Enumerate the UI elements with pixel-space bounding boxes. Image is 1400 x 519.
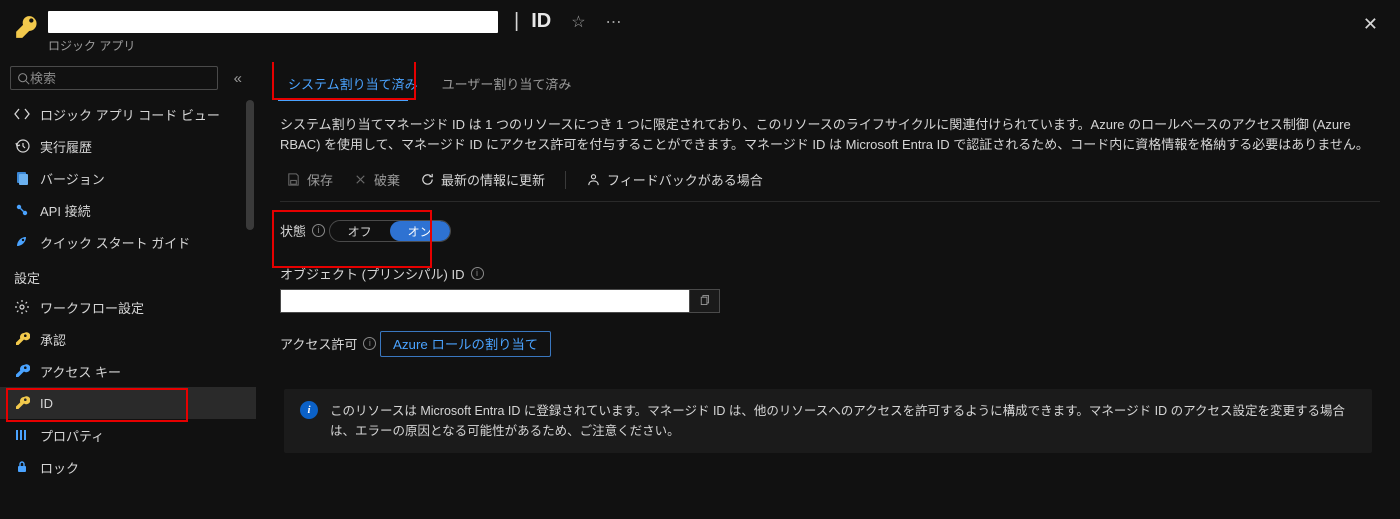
status-on-option[interactable]: オン bbox=[390, 221, 450, 241]
more-actions-icon[interactable]: ⋯ bbox=[606, 12, 622, 32]
search-icon bbox=[17, 72, 30, 85]
resource-name-redacted bbox=[48, 11, 498, 33]
info-icon[interactable]: i bbox=[363, 337, 376, 350]
favorite-star-icon[interactable]: ☆ bbox=[571, 12, 585, 32]
sidebar-item-label: クイック スタート ガイド bbox=[40, 233, 190, 252]
sidebar-scrollbar[interactable] bbox=[244, 98, 256, 519]
sidebar-item-label: ロジック アプリ コード ビュー bbox=[40, 105, 220, 124]
sidebar-item-api-connections[interactable]: API 接続 bbox=[0, 194, 256, 226]
sidebar-item-label: 実行履歴 bbox=[40, 137, 92, 156]
search-input[interactable] bbox=[30, 71, 211, 86]
status-field: 状態 i オフ オン bbox=[280, 220, 1376, 246]
code-icon bbox=[14, 106, 30, 122]
refresh-button[interactable]: 最新の情報に更新 bbox=[414, 168, 551, 191]
discard-label: 破棄 bbox=[374, 170, 400, 189]
sidebar-item-label: バージョン bbox=[40, 169, 105, 188]
object-id-label: オブジェクト (プリンシパル) ID bbox=[280, 264, 465, 283]
copy-icon bbox=[698, 294, 711, 307]
identity-description: システム割り当てマネージド ID は 1 つのリソースにつき 1 つに限定されて… bbox=[280, 115, 1376, 154]
feedback-icon bbox=[586, 172, 601, 187]
refresh-icon bbox=[420, 172, 435, 187]
tab-underline bbox=[278, 99, 408, 101]
sidebar-item-label: プロパティ bbox=[40, 426, 104, 445]
info-banner-text: このリソースは Microsoft Entra ID に登録されています。マネー… bbox=[330, 401, 1356, 441]
properties-icon bbox=[14, 427, 30, 443]
sidebar-item-access-keys[interactable]: アクセス キー bbox=[0, 355, 256, 387]
info-badge-icon: i bbox=[300, 401, 318, 419]
key-icon bbox=[14, 331, 30, 347]
toolbar-separator bbox=[565, 171, 566, 189]
main-content: システム割り当て済み ユーザー割り当て済み システム割り当てマネージド ID は… bbox=[256, 62, 1400, 519]
sidebar-item-identity[interactable]: ID bbox=[0, 387, 256, 419]
object-id-input[interactable] bbox=[280, 289, 690, 313]
sidebar-item-label: ワークフロー設定 bbox=[40, 298, 144, 317]
page-title: ID bbox=[531, 10, 551, 33]
page-header: | ID ☆ ⋯ ロジック アプリ ✕ bbox=[0, 0, 1400, 62]
collapse-sidebar-button[interactable]: « bbox=[228, 70, 248, 87]
tab-label: ユーザー割り当て済み bbox=[442, 77, 572, 92]
identity-icon bbox=[14, 395, 30, 411]
sidebar-item-authorization[interactable]: 承認 bbox=[0, 323, 256, 355]
permissions-label: アクセス許可 bbox=[280, 334, 357, 353]
sidebar-item-label: ID bbox=[40, 396, 53, 411]
tab-system-assigned[interactable]: システム割り当て済み bbox=[276, 66, 430, 101]
sidebar-item-label: ロック bbox=[40, 458, 79, 477]
identity-tabs: システム割り当て済み ユーザー割り当て済み bbox=[276, 66, 1380, 101]
close-blade-button[interactable]: ✕ bbox=[1357, 10, 1384, 39]
sidebar-search[interactable] bbox=[10, 66, 218, 90]
status-label: 状態 bbox=[280, 221, 306, 240]
info-icon[interactable]: i bbox=[471, 267, 484, 280]
tab-user-assigned[interactable]: ユーザー割り当て済み bbox=[430, 66, 584, 101]
scrollbar-thumb[interactable] bbox=[246, 100, 254, 230]
azure-role-assignments-button[interactable]: Azure ロールの割り当て bbox=[380, 331, 551, 357]
resource-key-icon bbox=[14, 14, 40, 40]
sidebar-item-quickstart[interactable]: クイック スタート ガイド bbox=[0, 226, 256, 258]
sidebar-item-properties[interactable]: プロパティ bbox=[0, 419, 256, 451]
permissions-button-label: Azure ロールの割り当て bbox=[393, 334, 538, 353]
sidebar-item-label: 承認 bbox=[40, 330, 66, 349]
sidebar-item-label: アクセス キー bbox=[40, 362, 121, 381]
sidebar-item-label: API 接続 bbox=[40, 201, 91, 220]
copy-object-id-button[interactable] bbox=[690, 289, 720, 313]
refresh-label: 最新の情報に更新 bbox=[441, 170, 545, 189]
identity-form: 状態 i オフ オン オブジェクト (プリンシパル) ID i bbox=[276, 202, 1380, 453]
feedback-label: フィードバックがある場合 bbox=[607, 170, 763, 189]
discard-button[interactable]: 破棄 bbox=[347, 168, 406, 191]
tab-label: システム割り当て済み bbox=[288, 77, 418, 92]
sidebar-item-run-history[interactable]: 実行履歴 bbox=[0, 130, 256, 162]
history-icon bbox=[14, 138, 30, 154]
sidebar-item-versions[interactable]: バージョン bbox=[0, 162, 256, 194]
info-icon[interactable]: i bbox=[312, 224, 325, 237]
save-button[interactable]: 保存 bbox=[280, 168, 339, 191]
api-icon bbox=[14, 202, 30, 218]
status-off-option[interactable]: オフ bbox=[330, 221, 390, 241]
discard-icon bbox=[353, 172, 368, 187]
save-label: 保存 bbox=[307, 170, 333, 189]
quickstart-icon bbox=[14, 234, 30, 250]
save-icon bbox=[286, 172, 301, 187]
command-bar: 保存 破棄 最新の情報に更新 フィードバックがある場合 bbox=[280, 162, 1380, 202]
resource-type-label: ロジック アプリ bbox=[48, 37, 622, 54]
feedback-button[interactable]: フィードバックがある場合 bbox=[580, 168, 769, 191]
info-banner: i このリソースは Microsoft Entra ID に登録されています。マ… bbox=[284, 389, 1372, 453]
sidebar-item-code-view[interactable]: ロジック アプリ コード ビュー bbox=[0, 98, 256, 130]
sidebar-section-settings: 設定 bbox=[0, 258, 256, 291]
object-id-field: オブジェクト (プリンシパル) ID i bbox=[280, 264, 1376, 313]
sidebar: « ロジック アプリ コード ビュー 実行履歴 バージョン API 接続 bbox=[0, 62, 256, 519]
sidebar-item-workflow-settings[interactable]: ワークフロー設定 bbox=[0, 291, 256, 323]
status-toggle[interactable]: オフ オン bbox=[329, 220, 451, 242]
permissions-field: アクセス許可 i Azure ロールの割り当て bbox=[280, 331, 1376, 360]
access-keys-icon bbox=[14, 363, 30, 379]
title-separator: | bbox=[514, 10, 519, 33]
versions-icon bbox=[14, 170, 30, 186]
lock-icon bbox=[14, 459, 30, 475]
sidebar-item-locks[interactable]: ロック bbox=[0, 451, 256, 483]
gear-icon bbox=[14, 299, 30, 315]
